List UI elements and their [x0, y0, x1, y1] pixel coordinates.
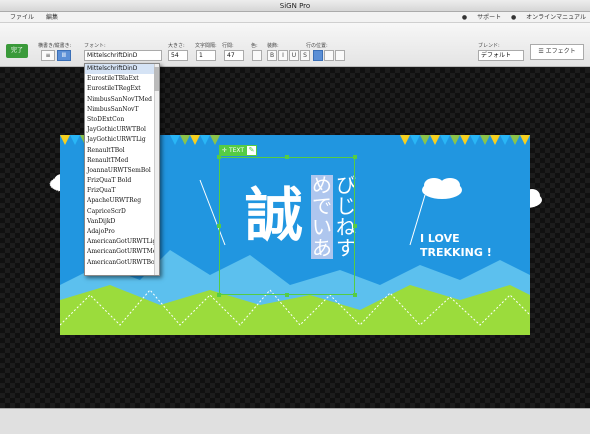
align-label: 行の位置:	[306, 43, 328, 49]
color-swatch[interactable]	[252, 50, 262, 61]
effect-icon: ☰	[538, 48, 546, 55]
font-option[interactable]: AmericanGotURWTLig	[85, 237, 159, 247]
underline-button[interactable]: U	[289, 50, 299, 61]
plus-icon: ✛	[222, 147, 229, 154]
bold-button[interactable]: B	[267, 50, 277, 61]
text-layer-tag-label: TEXT	[228, 147, 245, 154]
right-text-line-1: I LOVE	[420, 232, 460, 245]
done-button[interactable]: 完了	[6, 44, 28, 58]
footer-bar	[0, 408, 590, 434]
font-option[interactable]: AdajoPro	[85, 227, 159, 237]
color-label: 色:	[251, 43, 258, 49]
font-dropdown-list[interactable]: MittelschriftDinD EurostileTBlaExt Eurosti…	[84, 63, 160, 276]
font-select[interactable]: MittelschriftDinD	[84, 50, 162, 61]
blend-select-value: デフォルト	[481, 52, 512, 59]
font-option[interactable]: CapriceScrD	[85, 207, 159, 217]
spacing-input[interactable]: 1	[196, 50, 216, 61]
font-option[interactable]: JayGothicURWTBol	[85, 125, 159, 135]
text-selection-box[interactable]	[219, 157, 355, 295]
line-height-input[interactable]: 47	[224, 50, 244, 61]
font-option[interactable]: NimbusSanNovTMed	[85, 95, 159, 105]
font-option[interactable]: JayGothicURWTLig	[85, 135, 159, 145]
blend-label: ブレンド:	[478, 43, 500, 49]
font-option[interactable]: RenaultTMed	[85, 156, 159, 166]
font-option[interactable]: ApacheURWTReg	[85, 196, 159, 206]
menu-file[interactable]: ファイル	[10, 12, 34, 23]
manual-link[interactable]: ● オンラインマニュアル	[511, 12, 586, 23]
writing-mode-label: 横書き/縦書き:	[38, 43, 72, 49]
vertical-writing-button[interactable]: Ⅲ	[57, 50, 71, 61]
resize-handle[interactable]	[285, 155, 289, 159]
font-option[interactable]: NimbusSanNovT	[85, 105, 159, 115]
resize-handle[interactable]	[217, 224, 221, 228]
align-top-button[interactable]	[313, 50, 323, 61]
font-option[interactable]: EurostileTRegExt	[85, 84, 159, 94]
align-middle-button[interactable]	[324, 50, 334, 61]
font-option[interactable]: EurostileTBlaExt	[85, 74, 159, 84]
support-label: サポート	[477, 14, 502, 21]
font-option[interactable]: JoannaURWTSemBol	[85, 166, 159, 176]
resize-handle[interactable]	[353, 155, 357, 159]
line-height-label: 行間:	[222, 43, 234, 49]
resize-handle[interactable]	[353, 224, 357, 228]
resize-handle[interactable]	[353, 293, 357, 297]
manual-label: オンラインマニュアル	[526, 14, 586, 21]
font-option[interactable]: FrizQuaT Bold	[85, 176, 159, 186]
right-text-line-2: TREKKING !	[420, 246, 492, 260]
size-input[interactable]: 54	[168, 50, 188, 61]
font-option[interactable]: MittelschriftDinD	[85, 64, 159, 75]
effect-button[interactable]: ☰ エフェクト	[530, 44, 584, 60]
banner-right-text: I LOVE TREKKING !	[420, 232, 492, 261]
dropdown-scrollbar-thumb[interactable]	[154, 67, 159, 91]
size-label: 大きさ:	[168, 43, 185, 49]
decoration-label: 装飾:	[267, 43, 279, 49]
font-option[interactable]: RenaultTBol	[85, 146, 159, 156]
text-layer-tag[interactable]: ✛ TEXT ✎	[219, 145, 257, 156]
font-option[interactable]: StoDExtCon	[85, 115, 159, 125]
blend-select[interactable]: デフォルト	[478, 50, 524, 61]
dropdown-scrollbar[interactable]	[154, 64, 159, 275]
window-title: SiGN Pro	[0, 0, 590, 12]
strike-button[interactable]: S	[300, 50, 310, 61]
font-option[interactable]: VanDijkD	[85, 217, 159, 227]
align-bottom-button[interactable]	[335, 50, 345, 61]
font-select-value: MittelschriftDinD	[87, 52, 138, 59]
italic-button[interactable]: I	[278, 50, 288, 61]
font-option[interactable]: FrizQuaT	[85, 186, 159, 196]
spacing-label: 文字間隔:	[195, 43, 217, 49]
font-option[interactable]: AmericanGotURWTMed	[85, 247, 159, 257]
resize-handle[interactable]	[285, 293, 289, 297]
menu-edit[interactable]: 編集	[46, 12, 58, 23]
edit-icon[interactable]: ✎	[247, 146, 256, 155]
support-link[interactable]: ● サポート	[462, 12, 501, 23]
font-option[interactable]: AmericanGotURWTBol	[85, 258, 159, 268]
menu-bar: ファイル 編集 ● サポート ● オンラインマニュアル	[0, 12, 590, 23]
horizontal-writing-button[interactable]: ≡	[41, 50, 55, 61]
font-label: フォント:	[84, 43, 106, 49]
resize-handle[interactable]	[217, 293, 221, 297]
effect-label: エフェクト	[545, 48, 576, 55]
